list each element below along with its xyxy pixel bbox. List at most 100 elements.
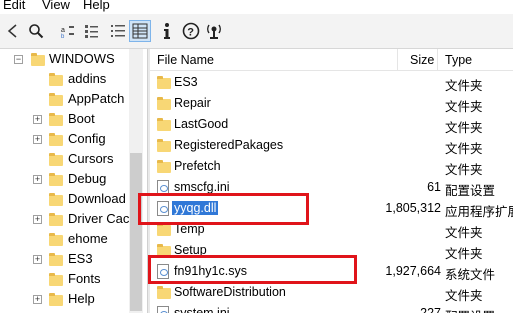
file-icon: [157, 180, 169, 195]
file-row[interactable]: Prefetch 文件夹: [150, 156, 513, 177]
details-view-icon[interactable]: [129, 20, 151, 42]
file-name: Prefetch: [174, 159, 221, 173]
menu-edit[interactable]: Edit: [3, 0, 25, 12]
file-name-text: fn91hy1c.sys: [174, 264, 247, 278]
folder-icon: [49, 113, 63, 126]
file-name-text: SoftwareDistribution: [174, 285, 286, 299]
file-row[interactable]: Setup 文件夹: [150, 240, 513, 261]
list-view-icon[interactable]: [107, 20, 129, 42]
expand-icon[interactable]: +: [33, 255, 42, 264]
tree-item[interactable]: − WINDOWS: [0, 50, 129, 70]
tree-item-label: AppPatch: [68, 91, 125, 106]
file-row[interactable]: LastGood 文件夹: [150, 114, 513, 135]
file-type: 应用程序扩展: [445, 205, 513, 219]
column-header-size[interactable]: Size: [410, 53, 434, 67]
help-icon[interactable]: ?: [180, 20, 202, 42]
file-name: ES3: [174, 75, 198, 89]
file-type: 文件夹: [445, 79, 483, 93]
folder-icon: [49, 193, 63, 206]
file-name: Repair: [174, 96, 211, 110]
file-type: 配置设置: [445, 184, 496, 198]
back-icon[interactable]: [1, 20, 23, 42]
file-name-text: Setup: [174, 243, 207, 257]
tree-item[interactable]: + Debug: [0, 170, 129, 190]
file-type: 文件夹: [445, 289, 483, 303]
tree-item[interactable]: + Help: [0, 290, 129, 310]
file-row[interactable]: RegisteredPakages 文件夹: [150, 135, 513, 156]
file-row[interactable]: ES3 文件夹: [150, 72, 513, 93]
tree-item-label: Fonts: [68, 271, 101, 286]
file-type: 文件夹: [445, 226, 483, 240]
network-icon[interactable]: [203, 20, 225, 42]
file-size: 61: [427, 180, 441, 194]
tree-item-label: addins: [68, 71, 107, 86]
file-type: 文件夹: [445, 100, 483, 114]
menu-view[interactable]: View: [42, 0, 70, 12]
folder-icon: [49, 213, 63, 226]
expand-icon[interactable]: +: [33, 295, 42, 304]
expand-icon[interactable]: +: [33, 135, 42, 144]
tree-item[interactable]: addins: [0, 70, 129, 90]
file-row[interactable]: system.ini 227 配置设置: [150, 303, 513, 313]
column-separator[interactable]: [437, 49, 438, 71]
file-row[interactable]: Repair 文件夹: [150, 93, 513, 114]
column-header-type[interactable]: Type: [445, 53, 472, 67]
expand-icon[interactable]: +: [33, 175, 42, 184]
file-name-text: smscfg.ini: [174, 180, 230, 194]
tree-item-label: Driver Cac: [68, 211, 130, 226]
file-icon: [157, 306, 169, 313]
file-list: File Name Size Type ES3 文件夹 Repair 文件夹 LastG…: [150, 49, 513, 313]
file-name-text: RegisteredPakages: [174, 138, 284, 152]
svg-text:?: ?: [187, 27, 194, 39]
list-header: File Name Size Type: [150, 49, 513, 71]
tree-item[interactable]: + ES3: [0, 250, 129, 270]
tree-item[interactable]: Fonts: [0, 270, 129, 290]
tree-item[interactable]: + Config: [0, 130, 129, 150]
folder-icon: [49, 173, 63, 186]
file-size: 1,805,312: [385, 201, 441, 215]
file-name-text: LastGood: [174, 117, 229, 131]
folder-icon: [49, 133, 63, 146]
folder-icon: [49, 93, 63, 106]
expand-icon[interactable]: +: [33, 215, 42, 224]
expand-icon[interactable]: +: [33, 115, 42, 124]
svg-text:b: b: [61, 34, 65, 39]
folder-icon: [157, 97, 171, 110]
file-row[interactable]: yyqg.dll 1,805,312 应用程序扩展: [150, 198, 513, 219]
file-name: SoftwareDistribution: [174, 285, 286, 299]
file-name: RegisteredPakages: [174, 138, 283, 152]
selected-file-name: yyqg.dll: [172, 201, 219, 215]
large-icons-icon[interactable]: ab: [57, 20, 79, 42]
tree-scrollbar-thumb[interactable]: [130, 153, 142, 311]
tree-item-label: Cursors: [68, 151, 114, 166]
folder-icon: [49, 273, 63, 286]
tree-item[interactable]: + Driver Cac: [0, 210, 129, 230]
tree-item[interactable]: ehome: [0, 230, 129, 250]
file-type: 系统文件: [445, 268, 496, 282]
file-icon: [157, 264, 169, 279]
folder-icon: [157, 286, 171, 299]
tree-item[interactable]: + Boot: [0, 110, 129, 130]
search-icon[interactable]: [25, 20, 47, 42]
folder-icon: [157, 244, 171, 257]
collapse-icon[interactable]: −: [14, 55, 23, 64]
file-size: 1,927,664: [385, 264, 441, 278]
column-separator[interactable]: [397, 49, 398, 71]
file-row[interactable]: smscfg.ini 61 配置设置: [150, 177, 513, 198]
menu-help[interactable]: Help: [83, 0, 110, 12]
info-icon[interactable]: [156, 20, 178, 42]
tree-item[interactable]: AppPatch: [0, 90, 129, 110]
file-name: yyqg.dll: [172, 201, 219, 215]
file-row[interactable]: fn91hy1c.sys 1,927,664 系统文件: [150, 261, 513, 282]
file-row[interactable]: Temp 文件夹: [150, 219, 513, 240]
small-icons-icon[interactable]: [81, 20, 103, 42]
folder-icon: [157, 160, 171, 173]
tree-scrollbar[interactable]: [129, 49, 143, 313]
file-name-text: ES3: [174, 75, 198, 89]
column-header-name[interactable]: File Name: [157, 53, 214, 67]
tree-item-label: ehome: [68, 231, 108, 246]
file-row[interactable]: SoftwareDistribution 文件夹: [150, 282, 513, 303]
tree-item[interactable]: Cursors: [0, 150, 129, 170]
tree-item[interactable]: Download: [0, 190, 129, 210]
folder-icon: [31, 53, 45, 66]
